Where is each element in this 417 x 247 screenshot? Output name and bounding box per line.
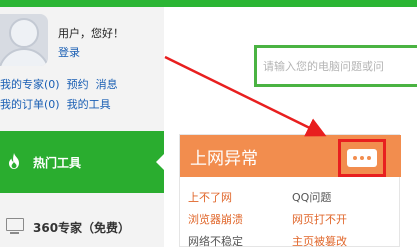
sidebar-item-label: 热门工具	[33, 156, 82, 170]
flame-icon	[9, 153, 19, 169]
my-tools-link[interactable]: 我的工具	[67, 98, 111, 111]
search-box	[254, 45, 417, 87]
card-link[interactable]: 主页被篡改	[292, 233, 347, 247]
login-link[interactable]: 登录	[58, 44, 80, 60]
card-link[interactable]: 上不了网	[188, 189, 232, 205]
search-input[interactable]	[263, 57, 417, 75]
category-card: 上网异常 上不了网 QQ问题 浏览器崩溃 网页打不开 网络不稳定 主页被篡改	[179, 134, 401, 247]
card-link[interactable]: 浏览器崩溃	[188, 211, 243, 227]
sidebar-item-360-expert[interactable]: 360专家（免费）	[0, 203, 164, 247]
card-link[interactable]: 网页打不开	[292, 211, 347, 227]
messages-link[interactable]: 消息	[96, 78, 118, 91]
sidebar-item-label: 360专家（免费）	[33, 221, 131, 235]
account-links-row-2: 我的订单(0) 我的工具	[0, 96, 118, 112]
more-dots-icon[interactable]	[347, 149, 377, 167]
my-orders-link[interactable]: 我的订单(0)	[0, 98, 60, 111]
account-links-row-1: 我的专家(0) 预约 消息	[0, 76, 125, 92]
user-greeting: 用户，您好！	[58, 27, 124, 40]
appointments-link[interactable]: 预约	[67, 78, 89, 91]
card-title: 上网异常	[190, 149, 258, 169]
monitor-icon	[6, 218, 24, 234]
card-link[interactable]: 网络不稳定	[188, 233, 243, 247]
my-experts-link[interactable]: 我的专家(0)	[0, 78, 60, 91]
sidebar-item-hot-tools[interactable]: 热门工具	[0, 131, 164, 193]
card-link[interactable]: QQ问题	[292, 189, 331, 205]
user-avatar-icon[interactable]	[0, 14, 48, 66]
card-header: 上网异常	[180, 135, 401, 177]
highlight-box	[338, 139, 386, 177]
active-indicator	[156, 154, 164, 170]
top-green-strip	[0, 0, 417, 7]
